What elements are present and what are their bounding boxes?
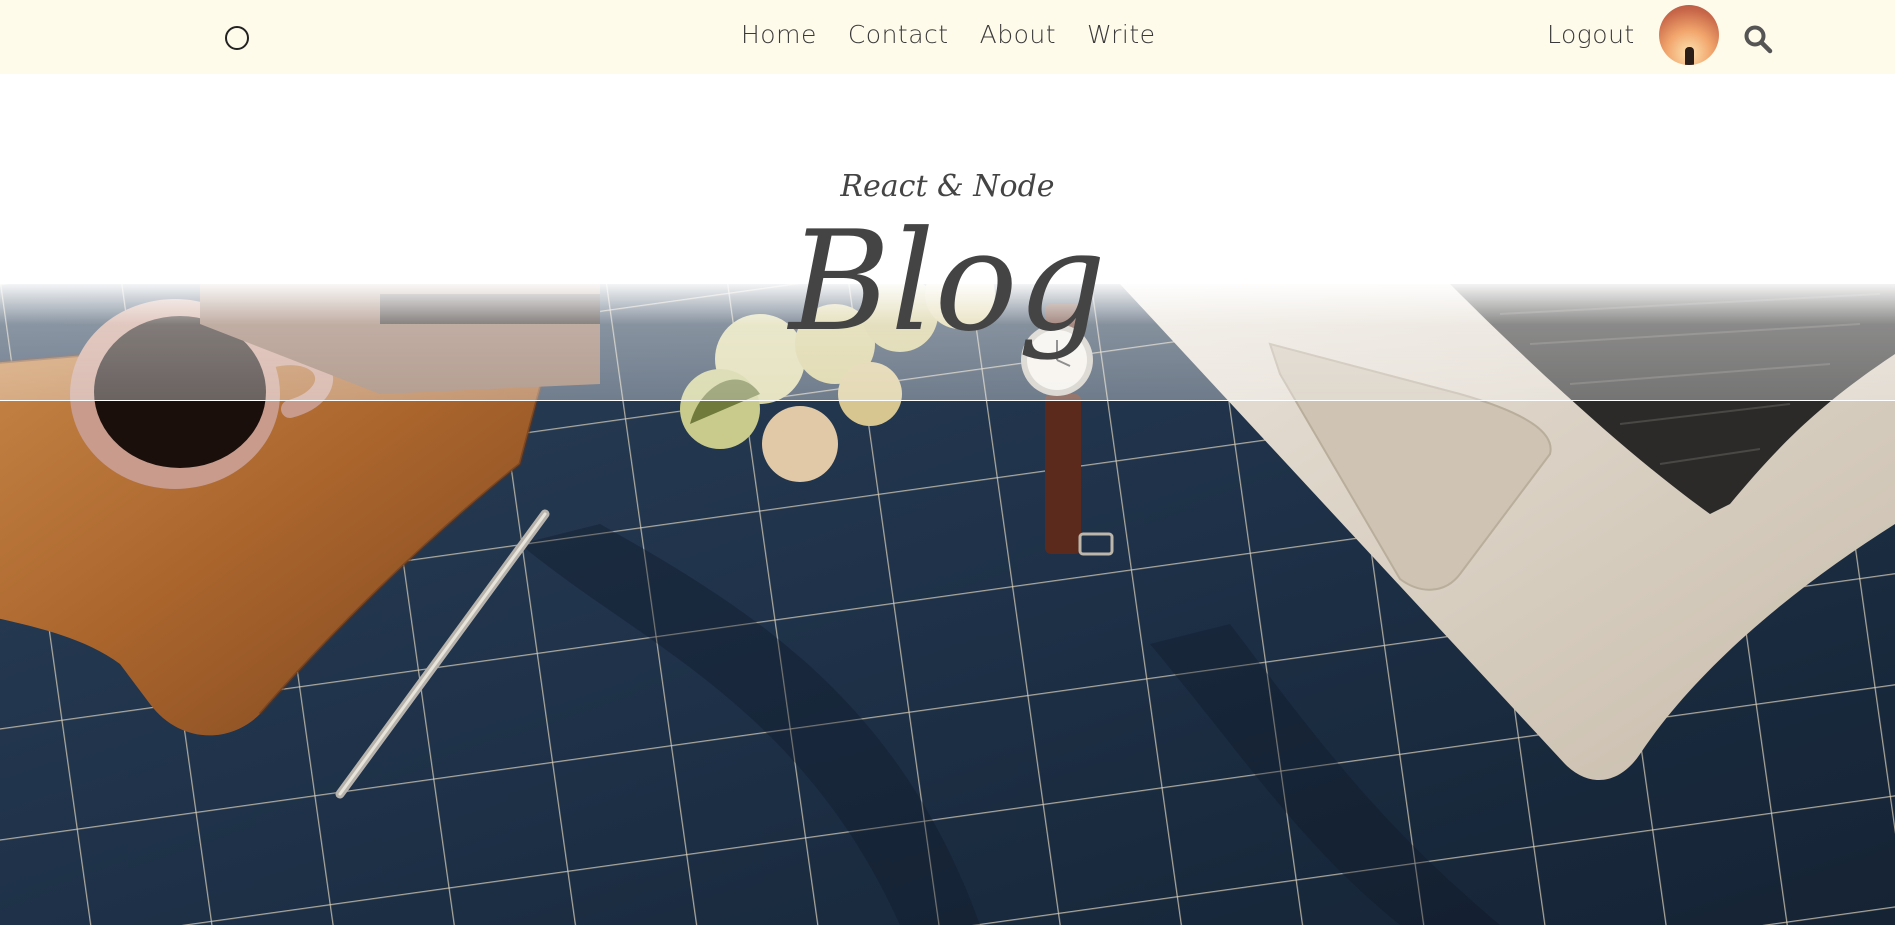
header-title: Blog	[789, 201, 1106, 362]
nav-link-home[interactable]: Home	[741, 20, 817, 49]
hero-image	[0, 284, 1895, 925]
avatar[interactable]	[1659, 5, 1719, 65]
search-icon[interactable]	[1743, 24, 1773, 54]
nav-link-contact[interactable]: Contact	[848, 20, 949, 49]
top-navbar: Home Contact About Write Logout	[0, 0, 1895, 74]
logout-link[interactable]: Logout	[1547, 20, 1635, 49]
nav-link-write[interactable]: Write	[1087, 20, 1156, 49]
avatar-figure	[1685, 47, 1694, 65]
nav-link-about[interactable]: About	[980, 20, 1056, 49]
circle-icon[interactable]	[225, 26, 249, 50]
main-nav: Home Contact About Write	[741, 20, 1156, 49]
